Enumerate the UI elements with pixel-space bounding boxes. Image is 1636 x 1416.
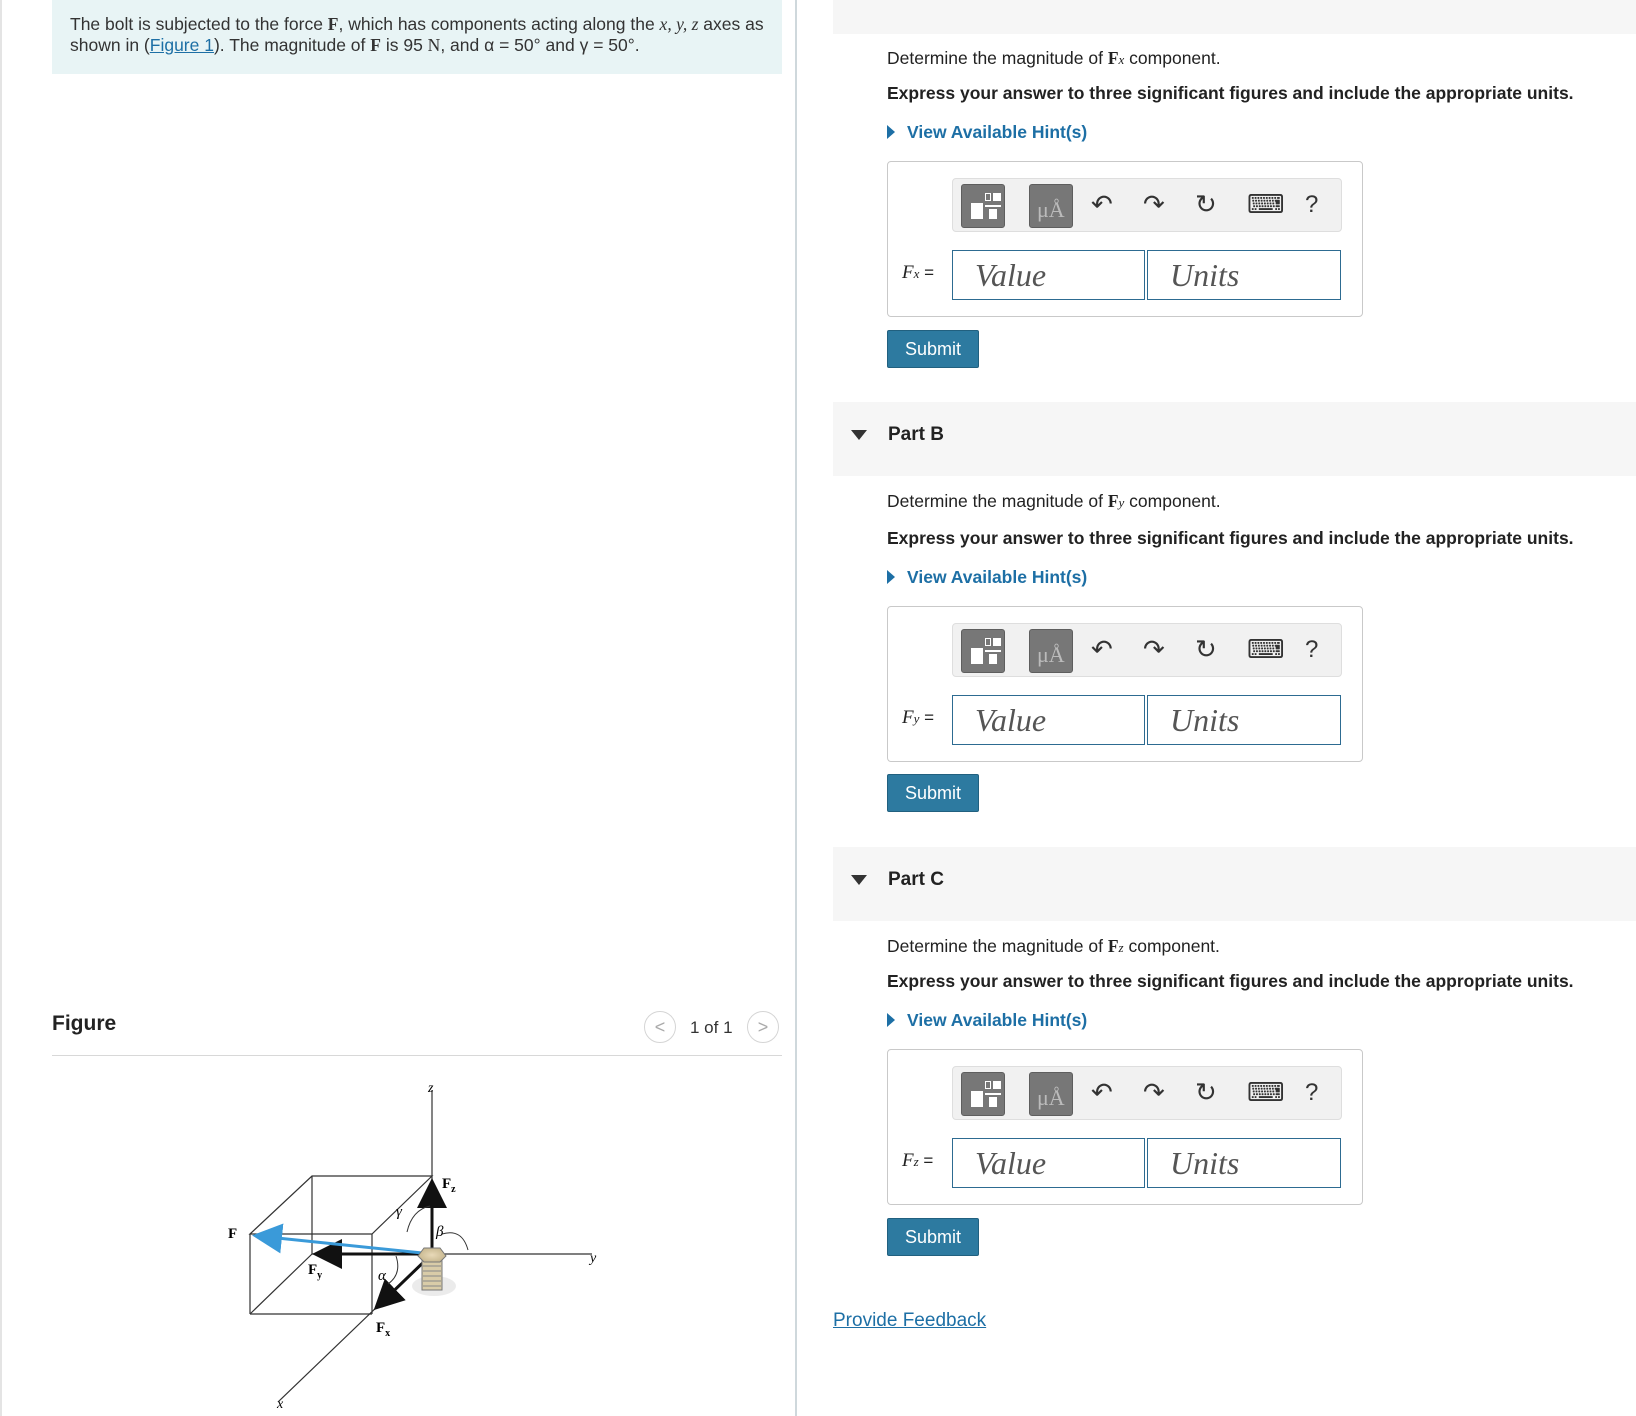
- reset-icon[interactable]: ↻: [1195, 189, 1217, 220]
- force-f-arrow: [252, 1223, 433, 1256]
- beta-arc: [441, 1232, 469, 1251]
- part-c-submit-button[interactable]: Submit: [887, 1218, 979, 1256]
- alpha-arc: [387, 1255, 399, 1285]
- figure-header: Figure < 1 of 1 >: [52, 1008, 782, 1056]
- gamma-label: γ: [396, 1204, 403, 1220]
- left-pane: The bolt is subjected to the force F, wh…: [0, 0, 797, 1416]
- fz-label: Fz: [442, 1176, 456, 1195]
- part-b-units-input[interactable]: [1147, 695, 1341, 745]
- part-b-hint-toggle[interactable]: View Available Hint(s): [887, 567, 1087, 588]
- units-button[interactable]: μÅ: [1029, 1072, 1073, 1116]
- triangle-right-icon: [887, 1013, 895, 1027]
- part-a-units-input[interactable]: [1147, 250, 1341, 300]
- problem-statement: The bolt is subjected to the force F, wh…: [52, 0, 782, 74]
- triangle-right-icon: [887, 125, 895, 139]
- problem-text: The bolt is subjected to the force: [70, 14, 328, 34]
- part-b-variable-label: Fy =: [902, 707, 935, 728]
- force-symbol: F: [327, 14, 339, 34]
- part-c-question: Determine the magnitude of Fz component.: [887, 936, 1220, 956]
- triangle-right-icon: [887, 570, 895, 584]
- templates-button[interactable]: [961, 184, 1005, 228]
- redo-icon[interactable]: ↷: [1143, 1077, 1165, 1108]
- part-c-units-input[interactable]: [1147, 1138, 1341, 1188]
- beta-label: β: [435, 1224, 444, 1240]
- problem-text: .: [634, 35, 640, 55]
- provide-feedback-link[interactable]: Provide Feedback: [833, 1310, 986, 1332]
- keyboard-icon[interactable]: ⌨: [1247, 634, 1285, 665]
- reset-icon[interactable]: ↻: [1195, 1077, 1217, 1108]
- keyboard-icon[interactable]: ⌨: [1247, 1077, 1285, 1108]
- y-axis-label: y: [588, 1251, 597, 1266]
- problem-text: , which has components acting along the: [338, 14, 660, 34]
- chevron-left-icon: <: [654, 1016, 666, 1037]
- problem-text: and: [540, 35, 580, 55]
- help-button[interactable]: ?: [1305, 191, 1318, 219]
- part-a-instructions: Express your answer to three significant…: [887, 83, 1574, 103]
- figure-title: Figure: [52, 1012, 117, 1035]
- part-a-hint-toggle[interactable]: View Available Hint(s): [887, 122, 1087, 143]
- part-b-instructions: Express your answer to three significant…: [887, 528, 1574, 548]
- previous-figure-button[interactable]: <: [644, 1011, 676, 1043]
- math-toolbar: μÅ ↶ ↷ ↻ ⌨ ?: [952, 1066, 1342, 1120]
- templates-button[interactable]: [961, 629, 1005, 673]
- figure-link[interactable]: Figure 1: [150, 35, 214, 55]
- part-c-hint-toggle[interactable]: View Available Hint(s): [887, 1010, 1087, 1031]
- units-button[interactable]: μÅ: [1029, 184, 1073, 228]
- part-c-value-input[interactable]: [952, 1138, 1145, 1188]
- part-c-title: Part C: [888, 869, 944, 890]
- gamma-value: γ = 50°: [579, 35, 635, 55]
- part-c-header[interactable]: Part C: [833, 847, 1636, 921]
- figure-counter: 1 of 1: [690, 1018, 733, 1037]
- redo-icon[interactable]: ↷: [1143, 189, 1165, 220]
- x-axis-label: x: [276, 1397, 284, 1410]
- part-a-value-input[interactable]: [952, 250, 1145, 300]
- redo-icon[interactable]: ↷: [1143, 634, 1165, 665]
- axes-symbols: x, y, z: [659, 14, 699, 34]
- part-a-answer-box: μÅ ↶ ↷ ↻ ⌨ ? Fx =: [887, 161, 1363, 317]
- gamma-arc: [406, 1205, 431, 1233]
- part-c-variable-label: Fz =: [902, 1150, 934, 1171]
- chevron-down-icon: [851, 875, 867, 885]
- alpha-label: α: [378, 1268, 387, 1284]
- problem-text: , and: [440, 35, 485, 55]
- force-symbol: F: [370, 35, 381, 55]
- part-a-question: Determine the magnitude of Fx component.: [887, 48, 1221, 68]
- undo-icon[interactable]: ↶: [1091, 634, 1113, 665]
- problem-text: ). The magnitude of: [213, 35, 371, 55]
- part-a-header: [833, 0, 1636, 34]
- unit-symbol: N: [427, 35, 441, 55]
- part-b-question: Determine the magnitude of Fy component.: [887, 491, 1221, 511]
- units-button[interactable]: μÅ: [1029, 629, 1073, 673]
- help-button[interactable]: ?: [1305, 636, 1318, 664]
- undo-icon[interactable]: ↶: [1091, 189, 1113, 220]
- chevron-down-icon: [851, 430, 867, 440]
- part-b-answer-box: μÅ ↶ ↷ ↻ ⌨ ? Fy =: [887, 606, 1363, 762]
- alpha-value: α = 50°: [484, 35, 541, 55]
- part-b-value-input[interactable]: [952, 695, 1145, 745]
- math-toolbar: μÅ ↶ ↷ ↻ ⌨ ?: [952, 178, 1342, 232]
- right-pane: Determine the magnitude of Fx component.…: [799, 0, 1636, 1416]
- fy-label: Fy: [308, 1262, 322, 1281]
- force-f-label: F: [228, 1226, 237, 1242]
- keyboard-icon[interactable]: ⌨: [1247, 189, 1285, 220]
- templates-button[interactable]: [961, 1072, 1005, 1116]
- part-b-header[interactable]: Part B: [833, 402, 1636, 476]
- part-c-answer-box: μÅ ↶ ↷ ↻ ⌨ ? Fz =: [887, 1049, 1363, 1205]
- part-a-variable-label: Fx =: [902, 262, 935, 283]
- problem-text: is 95: [380, 35, 428, 55]
- force-diagram: z y x F Fz Fy Fx γ α β: [228, 1081, 597, 1410]
- undo-icon[interactable]: ↶: [1091, 1077, 1113, 1108]
- part-a-submit-button[interactable]: Submit: [887, 330, 979, 368]
- z-axis-label: z: [427, 1081, 434, 1096]
- next-figure-button[interactable]: >: [747, 1011, 779, 1043]
- part-b-submit-button[interactable]: Submit: [887, 774, 979, 812]
- help-button[interactable]: ?: [1305, 1079, 1318, 1107]
- part-b-title: Part B: [888, 424, 944, 445]
- reset-icon[interactable]: ↻: [1195, 634, 1217, 665]
- chevron-right-icon: >: [757, 1016, 769, 1037]
- fx-label: Fx: [376, 1320, 390, 1339]
- part-c-instructions: Express your answer to three significant…: [887, 971, 1574, 991]
- math-toolbar: μÅ ↶ ↷ ↻ ⌨ ?: [952, 623, 1342, 677]
